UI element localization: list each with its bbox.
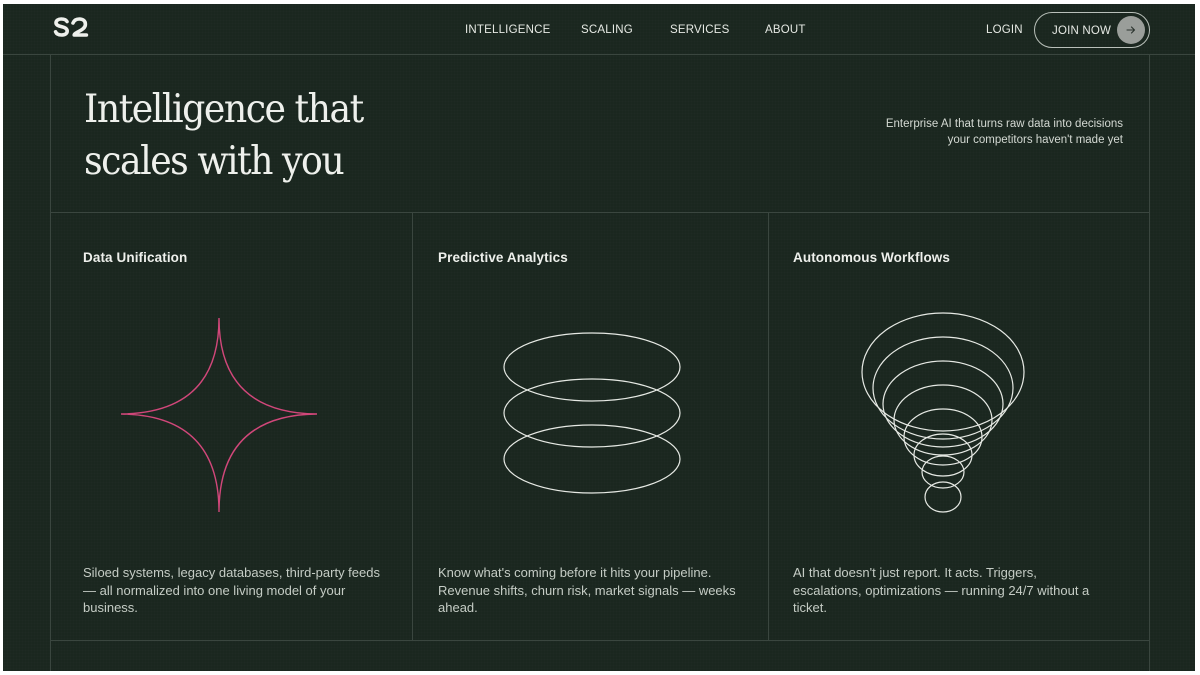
hero-title-line-2: scales with you (84, 139, 345, 184)
hero-title-line-1: Intelligence that (84, 87, 364, 132)
card-title-predictive-analytics: Predictive Analytics (438, 250, 568, 265)
join-now-button[interactable]: JOIN NOW (1034, 12, 1150, 48)
frame-left-line (50, 55, 51, 671)
four-point-star-icon (120, 317, 318, 513)
hero-title: Intelligence that scales with you (84, 84, 391, 188)
stacked-rings-icon (503, 332, 681, 494)
nav-link-intelligence[interactable]: INTELLIGENCE (465, 24, 550, 36)
join-now-label: JOIN NOW (1052, 25, 1112, 37)
card-description-predictive-analytics: Know what's coming before it hits your p… (438, 565, 736, 615)
card-description-autonomous-workflows: AI that doesn't just report. It acts. Tr… (793, 565, 1090, 615)
card-divider-2 (768, 213, 769, 640)
nav-link-about[interactable]: ABOUT (765, 24, 806, 36)
login-link[interactable]: LOGIN (986, 24, 1023, 36)
hero-subtitle: Enterprise AI that turns raw data into d… (823, 116, 1123, 148)
card-title-autonomous-workflows: Autonomous Workflows (793, 250, 950, 265)
hero-divider (50, 212, 1150, 213)
arrow-right-icon (1117, 16, 1145, 44)
top-navigation: INTELLIGENCE SCALING SERVICES ABOUT LOGI… (3, 4, 1195, 55)
cards-bottom-divider (50, 640, 1150, 641)
nested-funnel-icon (861, 312, 1025, 513)
card-divider-1 (412, 213, 413, 640)
card-title-data-unification: Data Unification (83, 250, 188, 265)
landing-page: INTELLIGENCE SCALING SERVICES ABOUT LOGI… (3, 4, 1195, 671)
nav-link-services[interactable]: SERVICES (670, 24, 730, 36)
frame-right-line (1149, 55, 1150, 671)
nav-link-scaling[interactable]: SCALING (581, 24, 633, 36)
hero-subtitle-line-1: Enterprise AI that turns raw data into d… (885, 118, 1123, 130)
hero-subtitle-line-2: your competitors haven't made yet (947, 134, 1123, 146)
card-description-data-unification: Siloed systems, legacy databases, third-… (83, 565, 380, 615)
